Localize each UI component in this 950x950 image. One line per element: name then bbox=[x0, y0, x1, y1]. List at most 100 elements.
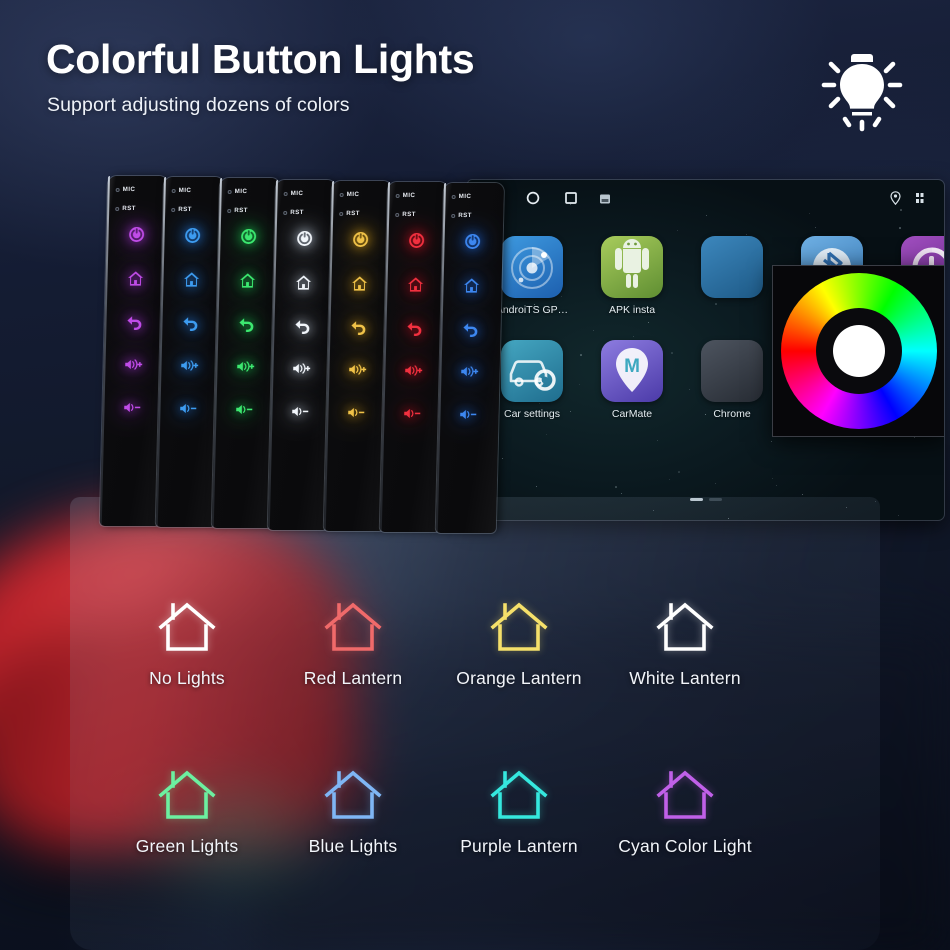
power-icon[interactable] bbox=[239, 227, 258, 246]
lantern-option[interactable]: Blue Lights bbox=[258, 768, 448, 857]
back-icon[interactable] bbox=[461, 319, 480, 338]
mic-label-row: MIC bbox=[116, 186, 136, 193]
rst-label-row: RST bbox=[171, 206, 192, 213]
lantern-option-label: Red Lantern bbox=[258, 668, 448, 689]
app-label: APK insta bbox=[582, 304, 682, 316]
mic-indicator-dot bbox=[116, 188, 120, 192]
app-icon-cell[interactable] bbox=[682, 236, 782, 304]
hidden-app-icon[interactable] bbox=[701, 236, 763, 298]
lantern-option-label: No Lights bbox=[92, 668, 282, 689]
volume-down-icon[interactable] bbox=[403, 404, 422, 423]
home-icon[interactable] bbox=[462, 276, 481, 295]
app-icon-cell[interactable]: APK insta bbox=[582, 236, 682, 316]
color-wheel-center[interactable] bbox=[833, 325, 885, 377]
recents-nav-icon[interactable] bbox=[563, 190, 579, 206]
mic-label-row: MIC bbox=[172, 187, 192, 194]
volume-down-icon[interactable] bbox=[235, 400, 254, 419]
home-icon[interactable] bbox=[182, 270, 201, 289]
lantern-option[interactable]: No Lights bbox=[92, 600, 282, 689]
rst-indicator-dot bbox=[171, 208, 175, 212]
rst-label-row: RST bbox=[283, 209, 304, 216]
home-icon[interactable] bbox=[126, 269, 145, 288]
power-icon[interactable] bbox=[183, 226, 202, 245]
location-pin-icon bbox=[889, 191, 902, 205]
button-panel-7[interactable]: MIC RST bbox=[436, 183, 504, 533]
volume-down-icon[interactable] bbox=[179, 399, 198, 418]
screenshot-nav-icon[interactable] bbox=[599, 192, 611, 204]
product-banner: Colorful Button Lights Support adjusting… bbox=[0, 0, 950, 950]
mic-indicator-dot bbox=[228, 190, 232, 194]
volume-up-icon[interactable] bbox=[292, 359, 311, 378]
lantern-option[interactable]: Purple Lantern bbox=[424, 768, 614, 857]
mic-label: MIC bbox=[179, 187, 192, 194]
back-icon[interactable] bbox=[181, 313, 200, 332]
lantern-option[interactable]: White Lantern bbox=[590, 600, 780, 689]
volume-up-icon[interactable] bbox=[124, 355, 143, 374]
power-icon[interactable] bbox=[351, 230, 370, 249]
mic-label: MIC bbox=[235, 188, 248, 195]
rst-label: RST bbox=[290, 209, 304, 216]
android-screen[interactable]: AndroiTS GP…APK instaluetoothBooCar sett… bbox=[468, 180, 944, 520]
house-outline-icon[interactable] bbox=[155, 768, 219, 824]
home-icon[interactable] bbox=[406, 275, 425, 294]
back-icon[interactable] bbox=[125, 312, 144, 331]
back-icon[interactable] bbox=[405, 318, 424, 337]
house-outline-icon[interactable] bbox=[155, 600, 219, 656]
power-icon[interactable] bbox=[407, 231, 426, 250]
house-outline-icon[interactable] bbox=[321, 768, 385, 824]
home-icon[interactable] bbox=[238, 271, 257, 290]
home-nav-icon[interactable] bbox=[525, 190, 541, 206]
lantern-option-label: Green Lights bbox=[92, 836, 282, 857]
volume-up-icon[interactable] bbox=[348, 360, 367, 379]
app-label: CarMate bbox=[582, 408, 682, 420]
volume-up-icon[interactable] bbox=[460, 362, 479, 381]
lantern-option[interactable]: Green Lights bbox=[92, 768, 282, 857]
house-outline-icon[interactable] bbox=[487, 600, 551, 656]
house-outline-icon[interactable] bbox=[487, 768, 551, 824]
volume-up-icon[interactable] bbox=[180, 356, 199, 375]
home-icon[interactable] bbox=[294, 273, 313, 292]
back-icon[interactable] bbox=[349, 317, 368, 336]
car-gear-icon[interactable] bbox=[501, 340, 563, 402]
rst-indicator-dot bbox=[339, 211, 343, 215]
power-icon[interactable] bbox=[463, 232, 482, 251]
swatch-panel bbox=[70, 497, 880, 950]
volume-down-icon[interactable] bbox=[291, 402, 310, 421]
mic-label-row: MIC bbox=[284, 190, 304, 197]
lantern-option[interactable]: Orange Lantern bbox=[424, 600, 614, 689]
house-outline-icon[interactable] bbox=[653, 600, 717, 656]
mic-indicator-dot bbox=[452, 195, 456, 199]
rst-indicator-dot bbox=[395, 213, 399, 217]
back-icon[interactable] bbox=[237, 314, 256, 333]
mic-label: MIC bbox=[403, 192, 416, 199]
chrome-icon[interactable] bbox=[701, 340, 763, 402]
android-robot-icon[interactable] bbox=[601, 236, 663, 298]
android-navigation-bar[interactable] bbox=[468, 180, 944, 216]
home-icon[interactable] bbox=[350, 274, 369, 293]
lantern-option[interactable]: Red Lantern bbox=[258, 600, 448, 689]
rst-indicator-dot bbox=[115, 207, 119, 211]
app-icon-cell[interactable]: Chrome bbox=[682, 340, 782, 420]
mic-indicator-dot bbox=[340, 192, 344, 196]
house-outline-icon[interactable] bbox=[653, 768, 717, 824]
signal-icon bbox=[915, 191, 928, 205]
volume-down-icon[interactable] bbox=[459, 405, 478, 424]
lantern-option-label: Cyan Color Light bbox=[590, 836, 780, 857]
rst-label: RST bbox=[458, 212, 472, 219]
gps-radar-icon[interactable] bbox=[501, 236, 563, 298]
app-icon-cell[interactable]: M CarMate bbox=[582, 340, 682, 420]
color-wheel-picker[interactable] bbox=[772, 265, 944, 437]
back-icon[interactable] bbox=[293, 316, 312, 335]
lantern-option[interactable]: Cyan Color Light bbox=[590, 768, 780, 857]
svg-text:M: M bbox=[624, 356, 640, 377]
volume-up-icon[interactable] bbox=[404, 361, 423, 380]
lantern-option-label: Purple Lantern bbox=[424, 836, 614, 857]
house-outline-icon[interactable] bbox=[321, 600, 385, 656]
carmate-pin-icon[interactable]: M bbox=[601, 340, 663, 402]
volume-up-icon[interactable] bbox=[236, 357, 255, 376]
volume-down-icon[interactable] bbox=[123, 398, 142, 417]
rst-label-row: RST bbox=[227, 207, 248, 214]
volume-down-icon[interactable] bbox=[347, 403, 366, 422]
power-icon[interactable] bbox=[295, 229, 314, 248]
power-icon[interactable] bbox=[127, 225, 146, 244]
